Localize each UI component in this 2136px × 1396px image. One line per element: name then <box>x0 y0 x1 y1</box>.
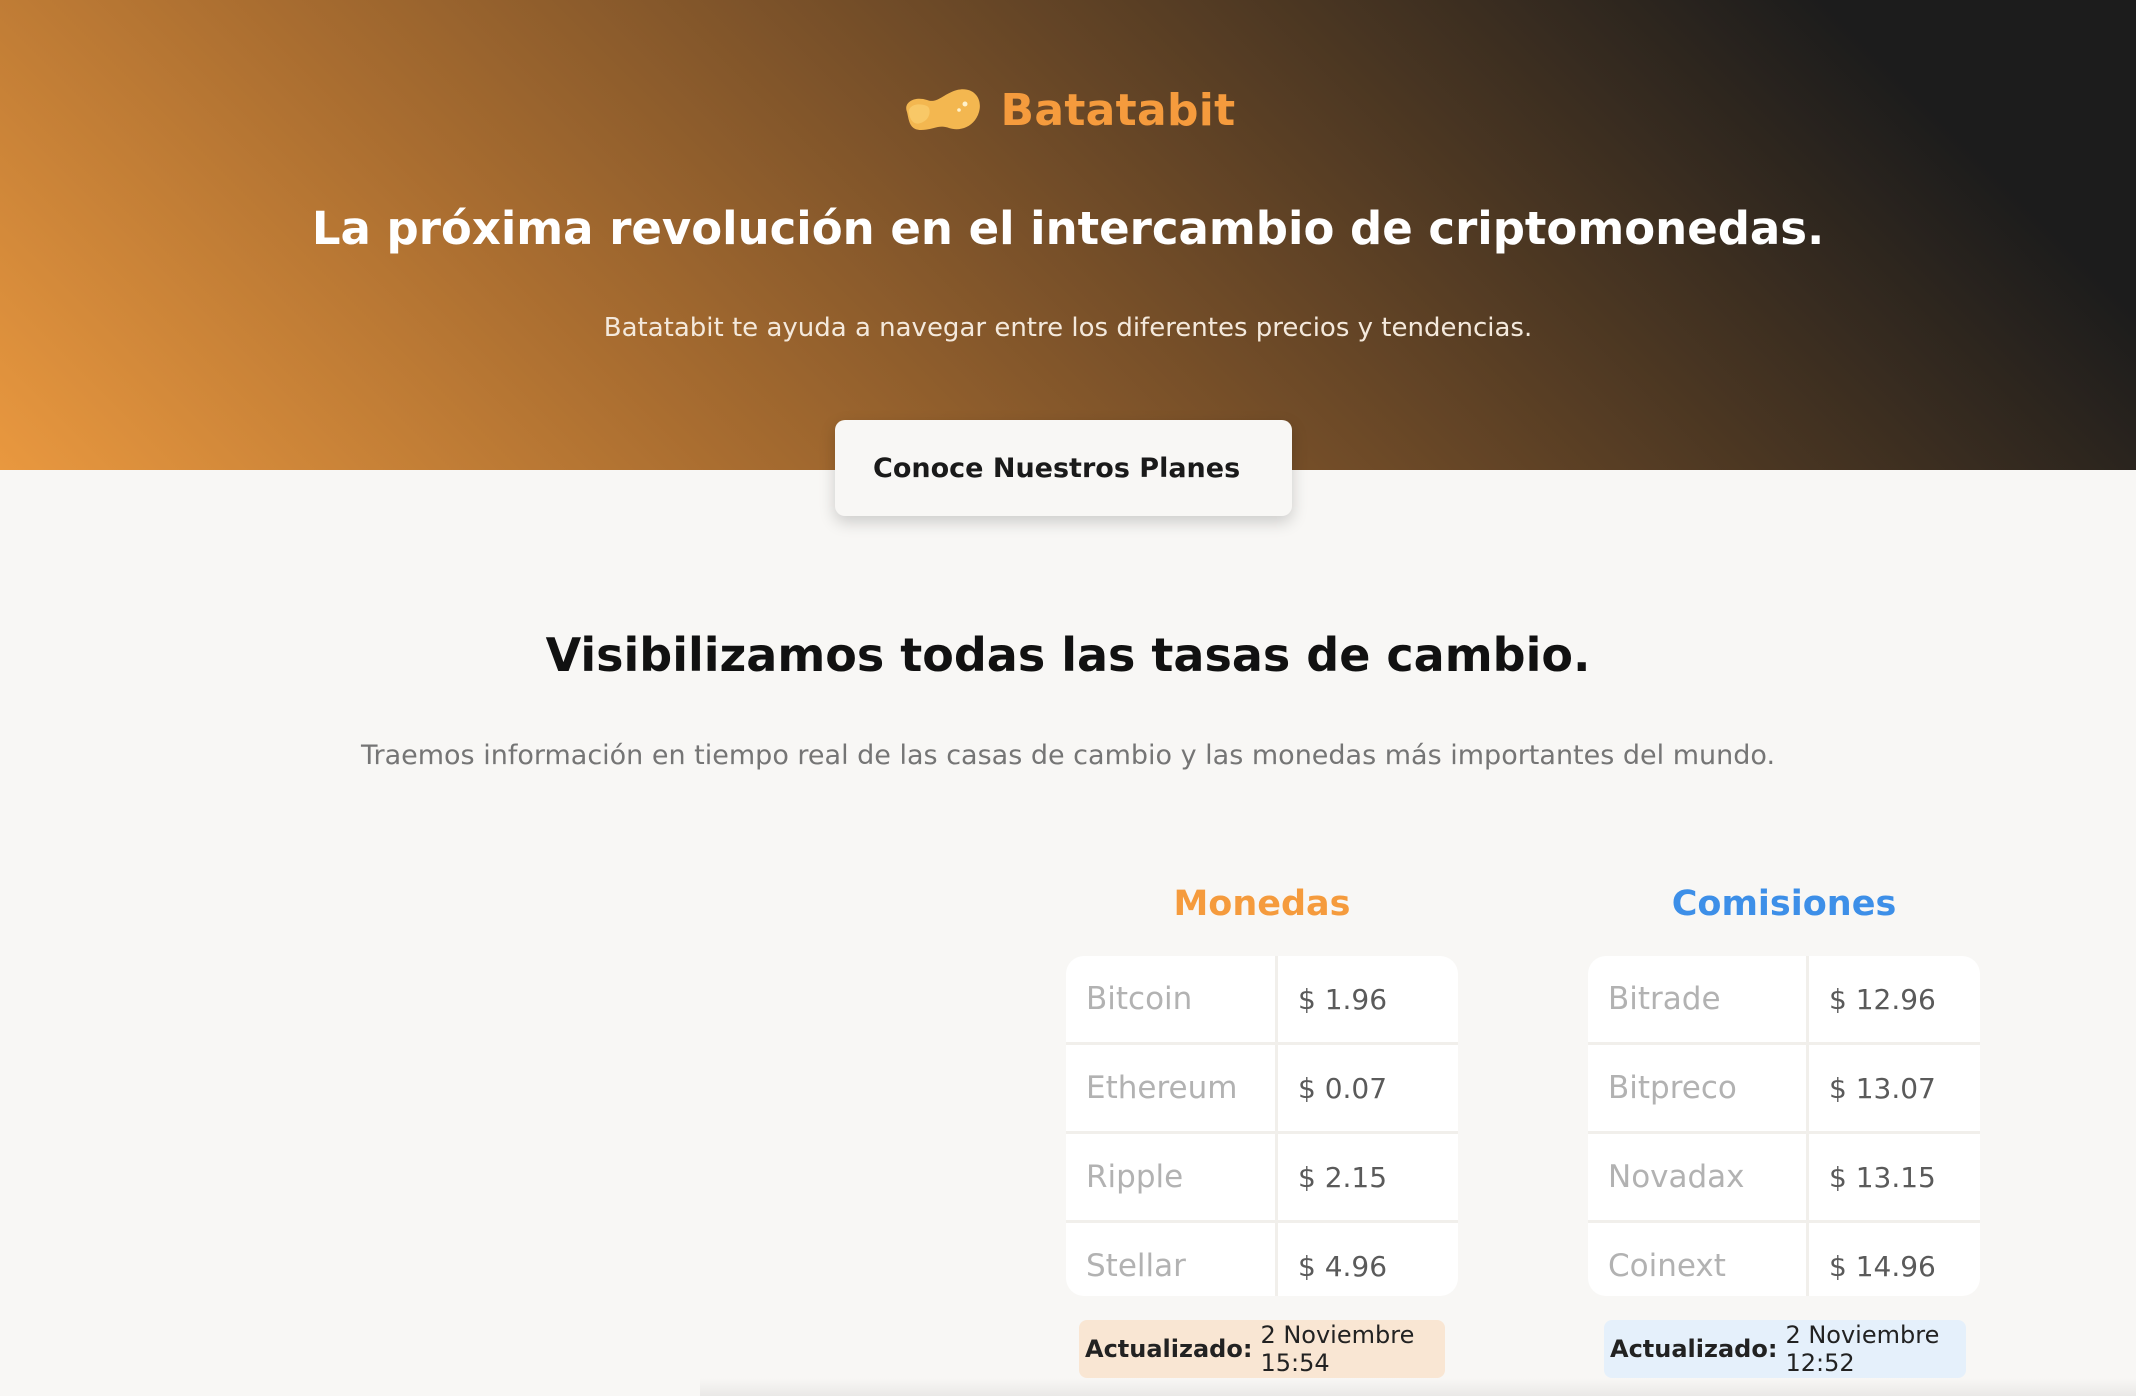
exchange-fee: $ 14.96 <box>1829 1249 1936 1283</box>
bottom-shadow <box>700 1378 2136 1396</box>
coins-table: Bitcoin $ 1.96 Ethereum $ 0.07 Ripple $ … <box>1066 956 1458 1296</box>
coin-price: $ 4.96 <box>1298 1249 1388 1283</box>
table-row: Bitpreco $ 13.07 <box>1588 1045 1980 1134</box>
hero-title: La próxima revolución en el intercambio … <box>311 202 1825 255</box>
table-row: Stellar $ 4.96 <box>1066 1223 1458 1296</box>
section-title: Visibilizamos todas las tasas de cambio. <box>545 628 1591 682</box>
plans-button[interactable]: Conoce Nuestros Planes <box>835 420 1292 516</box>
fees-updated-badge: Actualizado: 2 Noviembre 12:52 <box>1604 1320 1966 1378</box>
coin-price: $ 0.07 <box>1298 1071 1388 1105</box>
potato-icon <box>905 89 980 130</box>
coin-name: Bitcoin <box>1066 956 1278 1042</box>
table-row: Ethereum $ 0.07 <box>1066 1045 1458 1134</box>
updated-label: Actualizado: <box>1085 1335 1253 1363</box>
fees-table-title: Comisiones <box>1671 884 1897 924</box>
exchange-name: Novadax <box>1588 1134 1809 1220</box>
updated-label: Actualizado: <box>1610 1335 1778 1363</box>
coins-updated-badge: Actualizado: 2 Noviembre 15:54 <box>1079 1320 1445 1378</box>
fees-table: Bitrade $ 12.96 Bitpreco $ 13.07 Novadax… <box>1588 956 1980 1296</box>
table-row: Bitcoin $ 1.96 <box>1066 956 1458 1045</box>
coin-name: Ethereum <box>1066 1045 1278 1131</box>
exchange-name: Bitpreco <box>1588 1045 1809 1131</box>
coin-price: $ 1.96 <box>1298 982 1388 1016</box>
table-row: Coinext $ 14.96 <box>1588 1223 1980 1296</box>
coin-name: Stellar <box>1066 1223 1278 1296</box>
coin-name: Ripple <box>1066 1134 1278 1220</box>
exchange-fee: $ 12.96 <box>1829 982 1936 1016</box>
table-row: Ripple $ 2.15 <box>1066 1134 1458 1223</box>
coin-price: $ 2.15 <box>1298 1160 1388 1194</box>
table-row: Novadax $ 13.15 <box>1588 1134 1980 1223</box>
exchange-fee: $ 13.07 <box>1829 1071 1936 1105</box>
exchange-name: Bitrade <box>1588 956 1809 1042</box>
hero-header: Batatabit La próxima revolución en el in… <box>0 0 2136 470</box>
updated-time: 2 Noviembre 15:54 <box>1260 1321 1415 1377</box>
exchange-name: Coinext <box>1588 1223 1809 1296</box>
brand-name: Batatabit <box>1000 84 1236 136</box>
coins-table-title: Monedas <box>1173 884 1351 924</box>
updated-time: 2 Noviembre 12:52 <box>1785 1321 1940 1377</box>
section-subtitle: Traemos información en tiempo real de la… <box>360 740 1776 771</box>
table-row: Bitrade $ 12.96 <box>1588 956 1980 1045</box>
logo[interactable]: Batatabit <box>0 84 2136 136</box>
hero-subtitle: Batatabit te ayuda a navegar entre los d… <box>603 313 1533 343</box>
exchange-fee: $ 13.15 <box>1829 1160 1936 1194</box>
